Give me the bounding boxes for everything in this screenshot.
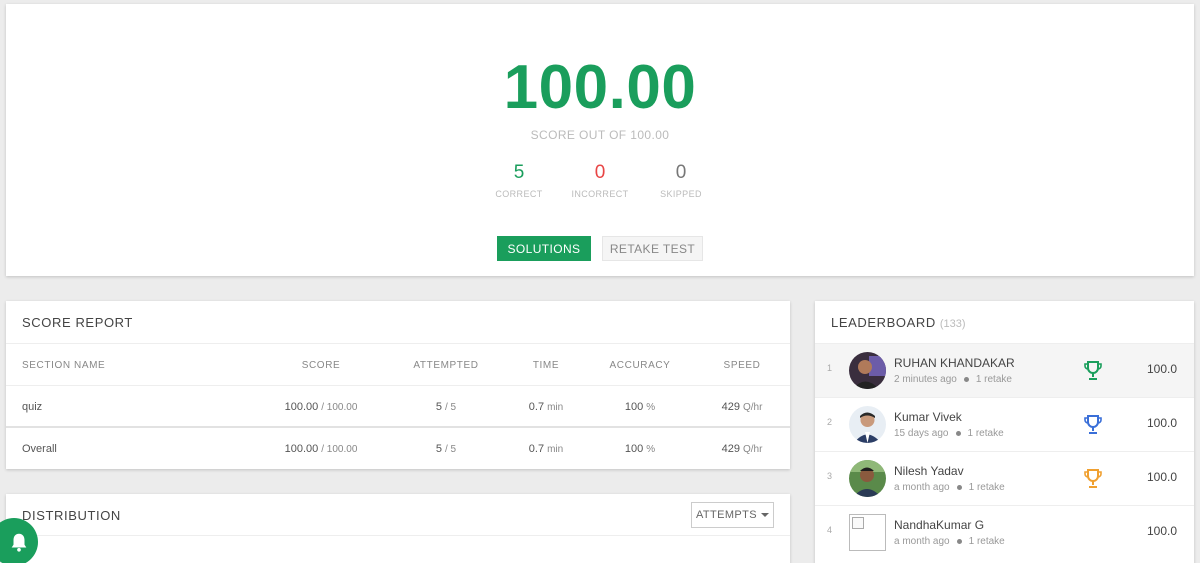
leaderboard-row[interactable]: 1 RUHAN KHANDAKAR 2 minutes ago 1 retake … bbox=[815, 343, 1194, 397]
player-name: Kumar Vivek bbox=[894, 410, 962, 424]
header-section-name: SECTION NAME bbox=[22, 359, 106, 371]
bell-icon bbox=[11, 533, 27, 552]
rank: 2 bbox=[827, 417, 833, 427]
player-score: 100.0 bbox=[1146, 416, 1177, 430]
player-name: Nilesh Yadav bbox=[894, 464, 964, 478]
section-name: quiz bbox=[22, 401, 43, 413]
distribution-card: DISTRIBUTION ATTEMPTS bbox=[6, 494, 790, 563]
rank: 4 bbox=[827, 525, 833, 535]
incorrect-count: 0 bbox=[594, 162, 606, 183]
incorrect-label: INCORRECT bbox=[571, 189, 629, 199]
trophy-icon bbox=[1084, 415, 1102, 434]
table-row: quiz 100.00/ 100.00 5/ 5 0.7 min 100% 429… bbox=[6, 385, 790, 427]
result-summary-card: 100.00 SCORE OUT OF 100.00 5 CORRECT 0 I… bbox=[6, 4, 1194, 276]
table-header-row: SECTION NAME SCORE ATTEMPTED TIME ACCURA… bbox=[6, 343, 790, 385]
overall-label: Overall bbox=[22, 443, 57, 455]
leaderboard-title: LEADERBOARD (133) bbox=[831, 315, 966, 330]
answer-stats: 5 CORRECT 0 INCORRECT 0 SKIPPED bbox=[6, 162, 1194, 199]
leaderboard-row[interactable]: 4 NandhaKumar G a month ago 1 retake 100.… bbox=[815, 505, 1194, 559]
player-score: 100.0 bbox=[1146, 470, 1177, 484]
player-name: RUHAN KHANDAKAR bbox=[894, 356, 1015, 370]
table-row-overall: Overall 100.00/ 100.00 5/ 5 0.7 min 100% … bbox=[6, 426, 790, 468]
overall-score: 100.00/ 100.00 bbox=[284, 443, 358, 455]
player-score: 100.0 bbox=[1146, 362, 1177, 376]
score-subtitle: SCORE OUT OF 100.00 bbox=[530, 128, 670, 142]
player-meta: 2 minutes ago 1 retake bbox=[894, 374, 1012, 385]
header-accuracy: ACCURACY bbox=[609, 359, 671, 371]
section-time: 0.7 min bbox=[528, 401, 564, 413]
section-score: 100.00/ 100.00 bbox=[284, 401, 358, 413]
section-attempted: 5/ 5 bbox=[435, 401, 457, 413]
skipped-count: 0 bbox=[675, 162, 687, 183]
overall-time: 0.7 min bbox=[528, 443, 564, 455]
section-speed: 429 Q/hr bbox=[721, 401, 763, 413]
overall-attempted: 5/ 5 bbox=[435, 443, 457, 455]
header-time: TIME bbox=[532, 359, 560, 371]
result-actions: SOLUTIONS RETAKE TEST bbox=[6, 236, 1194, 261]
player-meta: a month ago 1 retake bbox=[894, 482, 1005, 493]
leaderboard-count: (133) bbox=[939, 318, 966, 330]
correct-count: 5 bbox=[513, 162, 525, 183]
divider bbox=[6, 535, 790, 536]
score-report-title: SCORE REPORT bbox=[22, 315, 133, 330]
player-meta: a month ago 1 retake bbox=[894, 536, 1005, 547]
header-attempted: ATTEMPTED bbox=[413, 359, 479, 371]
attempts-dropdown[interactable]: ATTEMPTS bbox=[691, 502, 774, 528]
player-name: NandhaKumar G bbox=[894, 518, 985, 532]
correct-label: CORRECT bbox=[495, 189, 543, 199]
header-score: SCORE bbox=[301, 359, 341, 371]
attempts-dropdown-label: ATTEMPTS bbox=[695, 509, 758, 521]
section-accuracy: 100% bbox=[624, 401, 656, 413]
stat-incorrect: 0 INCORRECT bbox=[560, 162, 641, 199]
leaderboard-row[interactable]: 3 Nilesh Yadav a month ago 1 retake 100.0 bbox=[815, 451, 1194, 505]
rank: 1 bbox=[827, 363, 833, 373]
avatar-broken-image bbox=[849, 514, 886, 551]
stat-correct: 5 CORRECT bbox=[479, 162, 560, 199]
avatar bbox=[849, 352, 886, 389]
rank: 3 bbox=[827, 471, 833, 481]
player-meta: 15 days ago 1 retake bbox=[894, 428, 1004, 439]
overall-speed: 429 Q/hr bbox=[721, 443, 763, 455]
retake-test-button[interactable]: RETAKE TEST bbox=[602, 236, 703, 261]
overall-accuracy: 100% bbox=[624, 443, 656, 455]
leaderboard-card: LEADERBOARD (133) 1 RUHAN KHANDAKAR 2 min… bbox=[815, 301, 1194, 563]
stat-skipped: 0 SKIPPED bbox=[641, 162, 722, 199]
solutions-button[interactable]: SOLUTIONS bbox=[497, 236, 591, 261]
distribution-title: DISTRIBUTION bbox=[22, 508, 121, 523]
score-report-card: SCORE REPORT SECTION NAME SCORE ATTEMPTE… bbox=[6, 301, 790, 469]
trophy-icon bbox=[1084, 361, 1102, 380]
player-score: 100.0 bbox=[1146, 524, 1177, 538]
broken-image-icon bbox=[852, 517, 864, 529]
caret-down-icon bbox=[761, 513, 770, 517]
total-score: 100.00 bbox=[503, 53, 697, 122]
leaderboard-row[interactable]: 2 Kumar Vivek 15 days ago 1 retake 100.0 bbox=[815, 397, 1194, 451]
avatar bbox=[849, 406, 886, 443]
header-speed: SPEED bbox=[723, 359, 761, 371]
avatar bbox=[849, 460, 886, 497]
trophy-icon bbox=[1084, 469, 1102, 488]
skipped-label: SKIPPED bbox=[660, 189, 702, 199]
